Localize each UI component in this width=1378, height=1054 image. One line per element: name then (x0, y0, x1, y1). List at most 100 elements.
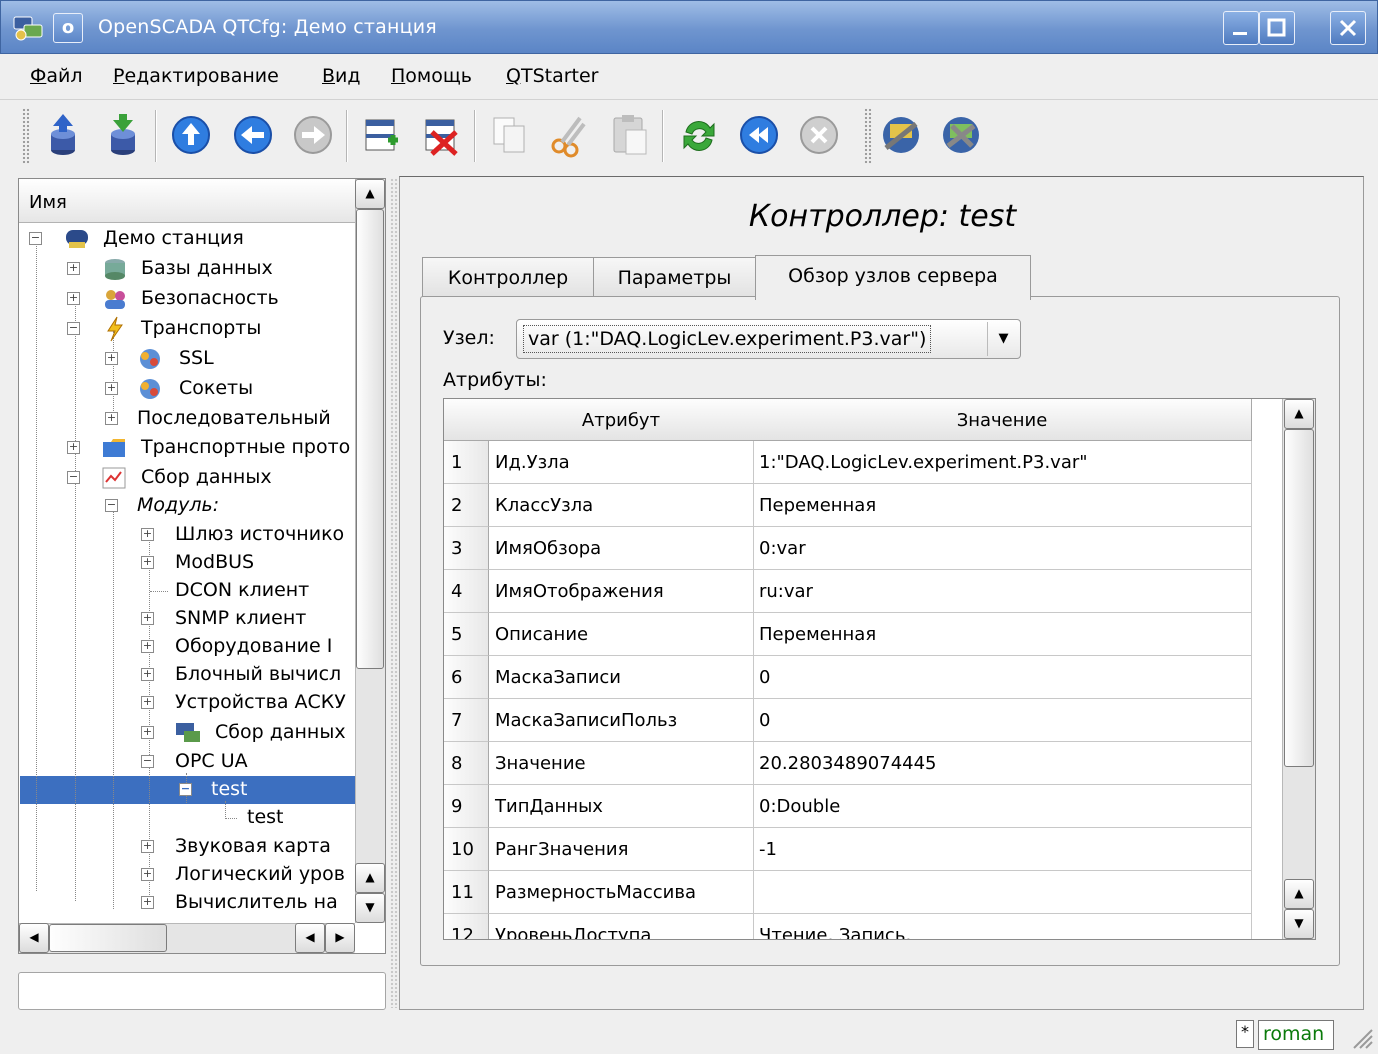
table-cell-attribute[interactable]: ИмяОтображения (489, 570, 754, 613)
expander-icon[interactable]: + (141, 612, 154, 625)
row-header[interactable]: 3 (444, 527, 489, 570)
row-header[interactable]: 12 (444, 914, 489, 939)
scroll-down-button[interactable]: ▼ (355, 893, 385, 923)
cut-icon[interactable] (546, 110, 592, 160)
expander-icon[interactable]: + (141, 896, 154, 909)
expander-icon[interactable]: + (141, 668, 154, 681)
close-button[interactable] (1330, 11, 1366, 45)
scroll-up-button[interactable]: ▲ (1284, 399, 1314, 429)
toolbar-grip[interactable] (22, 108, 30, 164)
node-select[interactable]: var (1:"DAQ.LogicLev.experiment.P3.var")… (516, 319, 1021, 359)
forward-icon[interactable] (290, 110, 336, 160)
tree-item-data-acquisition[interactable]: − Сбор данных (19, 464, 355, 492)
tree-item-demo-station[interactable]: − Демо станция (19, 225, 355, 253)
table-cell-attribute[interactable]: Ид.Узла (489, 441, 754, 484)
table-cell-value[interactable]: ru:var (753, 570, 1252, 613)
table-cell-value[interactable]: 0:var (753, 527, 1252, 570)
expander-icon[interactable]: + (67, 262, 80, 275)
add-item-icon[interactable] (358, 110, 404, 160)
table-corner[interactable] (444, 399, 490, 441)
tree-item-daq-remote[interactable]: + Сбор данных (19, 719, 355, 747)
db-load-icon[interactable] (40, 110, 86, 160)
tree-item-askue[interactable]: + Устройства АСКУ (19, 689, 355, 717)
expander-icon[interactable]: − (29, 232, 42, 245)
table-cell-attribute[interactable]: ИмяОбзора (489, 527, 754, 570)
tab-server-nodes[interactable]: Обзор узлов сервера (755, 255, 1031, 300)
paste-icon[interactable] (606, 110, 652, 160)
tree-item-serial[interactable]: + Последовательный (19, 405, 355, 433)
table-cell-value[interactable]: Чтение, Запись, (753, 914, 1252, 939)
back-icon[interactable] (230, 110, 276, 160)
expander-icon[interactable]: + (67, 292, 80, 305)
menu-qtstarter[interactable]: QTStarter (506, 65, 599, 87)
station-settings-icon[interactable] (938, 110, 984, 160)
table-cell-value[interactable]: Переменная (753, 613, 1252, 656)
row-header[interactable]: 2 (444, 484, 489, 527)
resize-grip-icon[interactable] (1348, 1024, 1374, 1050)
tree-item-security[interactable]: + Безопасность (19, 285, 355, 313)
navigation-tree[interactable]: Имя − Демо станция + Базы данных + Безоп… (18, 178, 386, 954)
expander-icon[interactable]: + (141, 528, 154, 541)
tree-item-transports[interactable]: − Транспорты (19, 315, 355, 343)
table-cell-value[interactable] (753, 871, 1252, 914)
tree-header[interactable]: Имя (19, 179, 355, 223)
tree-item-calculator[interactable]: + Вычислитель на (19, 889, 355, 917)
row-header[interactable]: 1 (444, 441, 489, 484)
modified-indicator[interactable]: * (1236, 1020, 1254, 1048)
tree-item-sockets[interactable]: + Сокеты (19, 375, 355, 403)
scroll-up-button[interactable]: ▲ (355, 863, 385, 893)
start-icon[interactable] (736, 110, 782, 160)
table-cell-attribute[interactable]: ТипДанных (489, 785, 754, 828)
hscroll-handle[interactable] (49, 924, 167, 952)
row-header[interactable]: 5 (444, 613, 489, 656)
tree-item-logic-level[interactable]: + Логический уров (19, 861, 355, 889)
tree-item-snmp[interactable]: + SNMP клиент (19, 605, 355, 633)
table-cell-value[interactable]: Переменная (753, 484, 1252, 527)
up-icon[interactable] (168, 110, 214, 160)
tree-item-module[interactable]: − Модуль: (19, 492, 355, 520)
column-header-attribute[interactable]: Атрибут (489, 399, 754, 441)
expander-icon[interactable]: + (141, 696, 154, 709)
expander-icon[interactable]: + (141, 840, 154, 853)
table-cell-attribute[interactable]: МаскаЗаписиПольз (489, 699, 754, 742)
copy-icon[interactable] (486, 110, 532, 160)
table-cell-attribute[interactable]: РангЗначения (489, 828, 754, 871)
table-cell-value[interactable]: 0 (753, 656, 1252, 699)
table-cell-attribute[interactable]: Описание (489, 613, 754, 656)
maximize-button[interactable] (1259, 11, 1295, 45)
menu-file[interactable]: Файл (30, 65, 83, 87)
row-header[interactable]: 8 (444, 742, 489, 785)
expander-icon[interactable]: + (105, 412, 118, 425)
menu-edit[interactable]: Редактирование (113, 65, 279, 87)
scroll-right-button[interactable]: ▶ (325, 923, 355, 953)
delete-item-icon[interactable] (418, 110, 464, 160)
title-bar[interactable]: o OpenSCADA QTCfg: Демо станция (0, 0, 1378, 54)
tree-item-databases[interactable]: + Базы данных (19, 255, 355, 283)
tree-item-dcon[interactable]: DCON клиент (19, 577, 355, 605)
remote-station-icon[interactable] (878, 110, 924, 160)
row-header[interactable]: 6 (444, 656, 489, 699)
scroll-up-button[interactable]: ▲ (355, 179, 385, 209)
toolbar-grip[interactable] (864, 108, 872, 164)
table-cell-value[interactable]: 1:"DAQ.LogicLev.experiment.P3.var" (753, 441, 1252, 484)
row-header[interactable]: 10 (444, 828, 489, 871)
expander-icon[interactable]: + (141, 640, 154, 653)
scroll-handle[interactable] (356, 209, 384, 669)
table-cell-attribute[interactable]: КлассУзла (489, 484, 754, 527)
scroll-down-button[interactable]: ▼ (1284, 909, 1314, 939)
table-cell-attribute[interactable]: МаскаЗаписи (489, 656, 754, 699)
refresh-icon[interactable] (676, 110, 722, 160)
menu-view[interactable]: Вид (322, 65, 361, 87)
tree-item-block-calc[interactable]: + Блочный вычисл (19, 661, 355, 689)
tree-item-transport-protocols[interactable]: + Транспортные прото (19, 434, 355, 462)
scroll-up-button[interactable]: ▲ (1284, 879, 1314, 909)
scroll-left-button[interactable]: ◀ (295, 923, 325, 953)
tab-controller[interactable]: Контроллер (422, 257, 594, 297)
attributes-table[interactable]: Атрибут Значение 1 Ид.Узла 1:"DAQ.LogicL… (443, 398, 1316, 940)
table-cell-value[interactable]: 0:Double (753, 785, 1252, 828)
tree-item-gateway[interactable]: + Шлюз источнико (19, 521, 355, 549)
expander-icon[interactable]: + (105, 352, 118, 365)
table-cell-attribute[interactable]: Значение (489, 742, 754, 785)
stop-icon[interactable] (796, 110, 842, 160)
table-cell-attribute[interactable]: УровеньДоступа (489, 914, 754, 939)
